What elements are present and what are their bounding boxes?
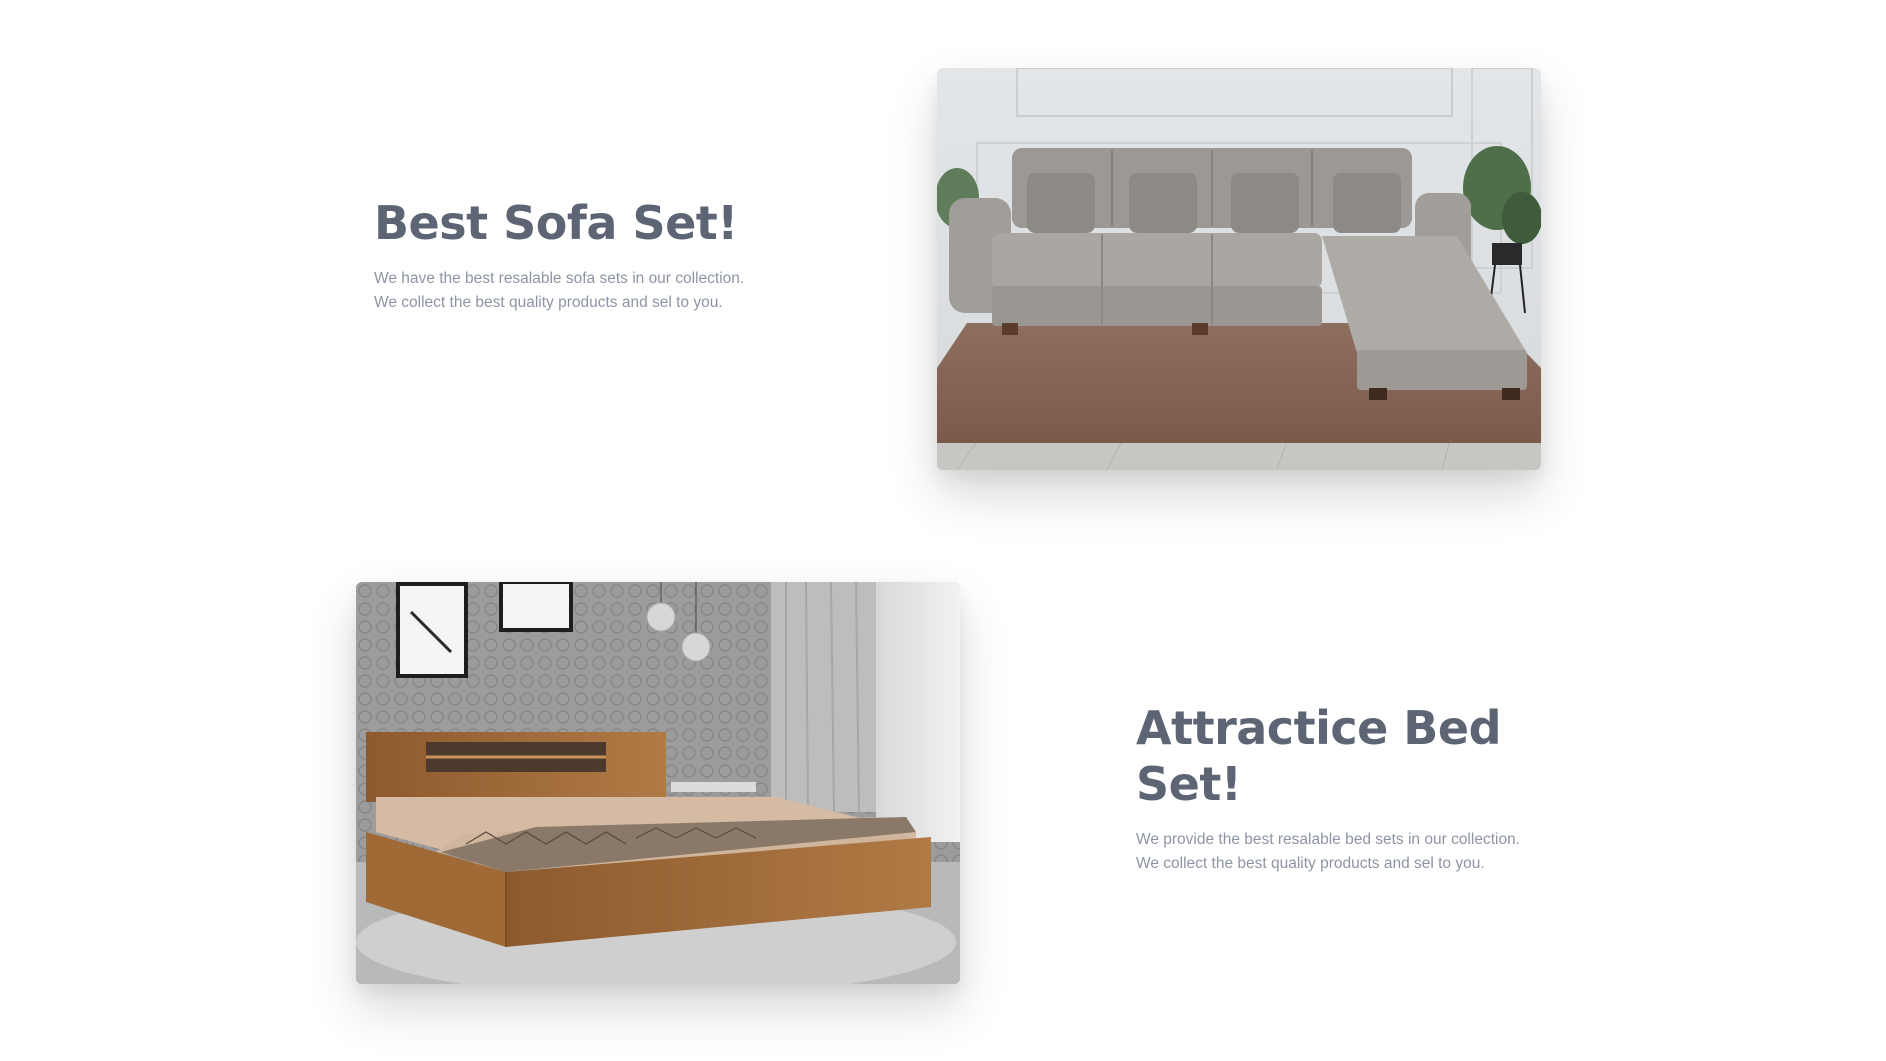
sofa-image	[937, 68, 1541, 470]
sofa-illustration	[937, 68, 1541, 470]
feature-text-sofa: Best Sofa Set! We have the best resalabl…	[374, 195, 774, 315]
feature-description: We provide the best resalable bed sets i…	[1136, 831, 1520, 872]
feature-description: We have the best resalable sofa sets in …	[374, 270, 745, 311]
bed-image	[356, 582, 960, 984]
feature-text-bed: Attractice Bed Set! We provide the best …	[1136, 700, 1536, 876]
feature-section-bed: Attractice Bed Set! We provide the best …	[0, 540, 1886, 1061]
feature-title: Attractice Bed Set!	[1136, 701, 1502, 811]
bed-illustration	[356, 582, 960, 984]
feature-section-sofa: Best Sofa Set! We have the best resalabl…	[0, 0, 1886, 540]
feature-title: Best Sofa Set!	[374, 196, 738, 250]
